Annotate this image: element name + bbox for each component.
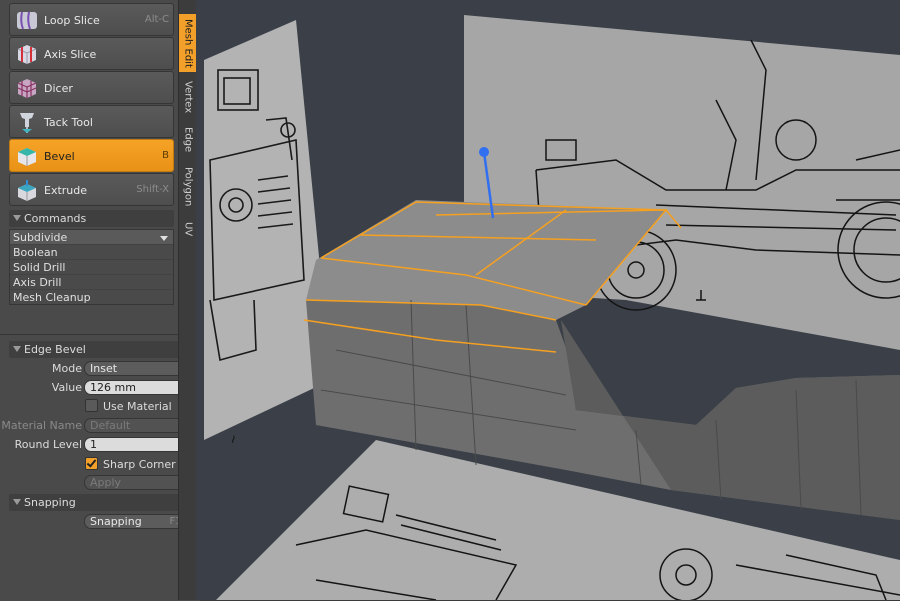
tool-shortcut: Alt-C [144, 14, 169, 25]
tool-label: Dicer [44, 82, 73, 95]
dicer-button[interactable]: Dicer [9, 71, 174, 104]
chevron-down-icon [160, 236, 168, 241]
vertical-tab-bar: Mesh Edit Vertex Edge Polygon UV [178, 0, 197, 600]
tab-edge[interactable]: Edge [179, 122, 197, 158]
section-title: Edge Bevel [24, 343, 86, 356]
material-name-value: Default [90, 419, 131, 432]
sharp-corner-checkbox[interactable] [85, 457, 98, 470]
tool-label: Loop Slice [44, 14, 100, 27]
tool-shortcut: B [162, 150, 169, 161]
snapping-label: Snapping [90, 515, 142, 528]
tool-label: Bevel [44, 150, 75, 163]
subdivide-dropdown[interactable]: Subdivide [10, 230, 173, 245]
dropdown-value: Subdivide [13, 231, 68, 244]
sharp-corner-label: Sharp Corner [103, 458, 176, 471]
round-level-label: Round Level [14, 438, 82, 451]
tab-label: Edge [182, 127, 194, 153]
round-level-value: 1 [90, 438, 97, 451]
tool-shortcut: Shift-X [136, 184, 169, 195]
tab-mesh-edit[interactable]: Mesh Edit [179, 14, 197, 72]
3d-viewport[interactable]: ~ [196, 0, 900, 600]
command-item[interactable]: Axis Drill [10, 275, 173, 290]
command-item[interactable]: Solid Drill [10, 260, 173, 275]
dicer-icon [17, 79, 37, 98]
section-title: Snapping [24, 496, 76, 509]
tab-label: UV [182, 221, 194, 237]
extrude-icon [18, 180, 36, 201]
apply-label: Apply [90, 476, 122, 489]
material-name-label: Material Name [1, 419, 82, 432]
tack-tool-icon [20, 113, 34, 133]
axis-slice-button[interactable]: Axis Slice [9, 37, 174, 70]
bevel-button[interactable]: Bevel B [9, 139, 174, 172]
tool-properties-panel: Edge Bevel Mode Inset Value 126 mm Use M… [0, 334, 200, 601]
tack-tool-button[interactable]: Tack Tool [9, 105, 174, 138]
command-item[interactable]: Boolean [10, 245, 173, 260]
mode-label: Mode [52, 362, 82, 375]
commands-section-header[interactable]: Commands [9, 210, 174, 227]
collapse-triangle-icon [13, 346, 21, 352]
collapse-triangle-icon [13, 215, 21, 221]
tab-label: Vertex [182, 80, 194, 114]
axis-slice-icon [17, 45, 37, 64]
tool-label: Tack Tool [44, 116, 93, 129]
use-material-checkbox[interactable] [85, 399, 98, 412]
tool-label: Axis Slice [44, 48, 97, 61]
edge-bevel-section-header[interactable]: Edge Bevel [9, 341, 194, 358]
mode-value: Inset [90, 362, 118, 375]
tab-vertex[interactable]: Vertex [179, 76, 197, 118]
commands-list: Subdivide Boolean Solid Drill Axis Drill… [9, 229, 174, 305]
section-title: Commands [24, 212, 87, 225]
collapse-triangle-icon [13, 499, 21, 505]
value-text: 126 mm [90, 381, 136, 394]
snapping-section-header[interactable]: Snapping [9, 494, 194, 511]
value-label: Value [51, 381, 82, 394]
bevel-icon [18, 148, 36, 166]
loop-slice-button[interactable]: Loop Slice Alt-C [9, 3, 174, 36]
viewport-scene: ~ [196, 0, 900, 600]
tab-polygon[interactable]: Polygon [179, 162, 197, 212]
use-material-label: Use Material [103, 400, 172, 413]
tab-label: Polygon [182, 167, 194, 207]
tool-label: Extrude [44, 184, 88, 197]
extrude-button[interactable]: Extrude Shift-X [9, 173, 174, 206]
command-item[interactable]: Mesh Cleanup [10, 290, 173, 305]
tab-uv[interactable]: UV [179, 216, 197, 242]
tab-label: Mesh Edit [182, 18, 194, 68]
loop-slice-icon [17, 11, 37, 30]
